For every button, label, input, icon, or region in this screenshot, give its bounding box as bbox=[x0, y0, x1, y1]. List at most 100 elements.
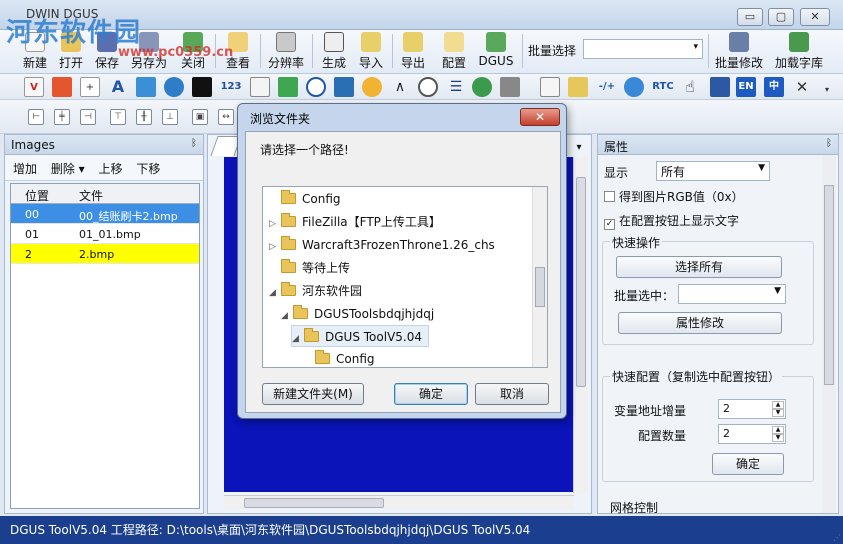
show-text-checkbox-row[interactable]: ✓ 在配置按钮上显示文字 bbox=[604, 212, 739, 230]
tools-icon[interactable]: ✕ bbox=[792, 77, 812, 97]
tree-node[interactable]: Config bbox=[269, 188, 341, 210]
batch-select-dropdown[interactable]: ▾ bbox=[583, 39, 703, 59]
icon-display-icon[interactable] bbox=[192, 77, 212, 97]
align-middle-icon[interactable]: ╫ bbox=[136, 109, 152, 125]
align-top-icon[interactable]: ⊤ bbox=[110, 109, 126, 125]
dialog-cancel-button[interactable]: 取消 bbox=[475, 383, 549, 405]
number-icon[interactable]: 123 bbox=[218, 77, 244, 97]
english-keyboard-icon[interactable]: EN bbox=[736, 77, 756, 97]
add-image-button[interactable]: 增加 bbox=[13, 162, 37, 176]
dialog-close-button[interactable]: ✕ bbox=[520, 108, 560, 126]
text-input-icon[interactable]: A bbox=[108, 77, 128, 97]
move-up-button[interactable]: 上移 bbox=[99, 162, 123, 176]
increment-icon[interactable]: + bbox=[80, 77, 100, 97]
toggle-icon[interactable] bbox=[472, 77, 492, 97]
batch-select-combo[interactable]: ▼ bbox=[678, 284, 786, 304]
column-header-position[interactable]: 位置 bbox=[25, 187, 49, 204]
config-count-stepper[interactable]: 2 ▲ ▼ bbox=[718, 424, 786, 444]
tree-scrollbar[interactable] bbox=[532, 187, 547, 367]
tree-expander-icon[interactable]: ◢ bbox=[269, 282, 281, 304]
tree-node[interactable]: 等待上传 bbox=[269, 257, 350, 279]
delete-image-button[interactable]: 删除 ▾ bbox=[51, 162, 85, 176]
table-row[interactable]: 01 01_01.bmp bbox=[11, 224, 199, 244]
tree-expander-icon[interactable]: ▷ bbox=[269, 213, 281, 235]
stepper-down-icon[interactable]: ▼ bbox=[772, 409, 784, 417]
checkmark-icon[interactable]: V bbox=[24, 77, 44, 97]
toolbar-overflow-icon[interactable]: ▾ bbox=[822, 80, 832, 94]
minimize-button[interactable]: ▭ bbox=[737, 8, 763, 26]
stepper-down-icon[interactable]: ▼ bbox=[772, 434, 784, 442]
new-folder-button[interactable]: 新建文件夹(M) bbox=[262, 383, 364, 405]
align-center-icon[interactable]: ╪ bbox=[54, 109, 70, 125]
list-icon[interactable]: ☰ bbox=[446, 77, 466, 97]
properties-scrollbar[interactable] bbox=[822, 155, 836, 513]
show-text-checkbox[interactable]: ✓ bbox=[604, 219, 615, 230]
config-button[interactable]: 配置 bbox=[438, 32, 470, 72]
document-icon[interactable] bbox=[250, 77, 270, 97]
move-down-button[interactable]: 下移 bbox=[136, 162, 160, 176]
horizontal-scrollbar[interactable] bbox=[224, 495, 574, 509]
canvas-tabs-dropdown-icon[interactable]: ▾ bbox=[569, 139, 589, 157]
close-window-button[interactable]: ✕ bbox=[800, 8, 830, 26]
tree-node[interactable]: ◢ DGUSToolsbdqjhjdqj bbox=[281, 303, 434, 325]
circle-icon[interactable] bbox=[418, 77, 438, 97]
scroll-thumb[interactable] bbox=[576, 177, 586, 387]
select-all-button[interactable]: 选择所有 bbox=[616, 256, 782, 278]
pencil-icon[interactable] bbox=[568, 77, 588, 97]
clock-icon[interactable] bbox=[306, 77, 326, 97]
dgus-button[interactable]: DGUS bbox=[476, 32, 516, 72]
gauge-icon[interactable] bbox=[362, 77, 382, 97]
table-row[interactable]: 2 2.bmp bbox=[11, 244, 199, 264]
arrow-icon[interactable] bbox=[278, 77, 298, 97]
same-size-icon[interactable]: ▣ bbox=[192, 109, 208, 125]
stepper-up-icon[interactable]: ▲ bbox=[772, 426, 784, 434]
rgb-checkbox[interactable] bbox=[604, 191, 615, 202]
stepper-up-icon[interactable]: ▲ bbox=[772, 401, 784, 409]
pin-icon[interactable]: ᛒ bbox=[826, 138, 832, 149]
tree-node-selected[interactable]: ◢ DGUS ToolV5.04 bbox=[291, 325, 429, 347]
display-select[interactable]: 所有 ▼ bbox=[656, 161, 770, 181]
tree-node[interactable]: ◢ 河东软件园 bbox=[269, 280, 362, 302]
same-width-icon[interactable]: ↔ bbox=[218, 109, 234, 125]
resolution-button[interactable]: 分辨率 bbox=[266, 32, 306, 72]
scroll-thumb[interactable] bbox=[535, 267, 545, 307]
keypad-icon[interactable] bbox=[710, 77, 730, 97]
modify-properties-button[interactable]: 属性修改 bbox=[618, 312, 782, 334]
plus-minus-icon[interactable]: -/+ bbox=[594, 77, 620, 97]
var-addr-inc-stepper[interactable]: 2 ▲ ▼ bbox=[718, 399, 786, 419]
column-header-file[interactable]: 文件 bbox=[79, 187, 103, 204]
load-font-button[interactable]: 加载字库 bbox=[772, 32, 826, 72]
image-icon[interactable] bbox=[136, 77, 156, 97]
import-button[interactable]: 导入 bbox=[355, 32, 387, 72]
monitor-icon[interactable] bbox=[334, 77, 354, 97]
scroll-thumb[interactable] bbox=[244, 498, 384, 508]
tree-node[interactable]: Config bbox=[303, 348, 375, 367]
chinese-keyboard-icon[interactable]: 中 bbox=[764, 77, 784, 97]
curve-icon[interactable]: ∧ bbox=[390, 77, 410, 97]
table-row[interactable]: 00 00_结账刷卡2.bmp bbox=[11, 204, 199, 224]
resize-grip-icon[interactable]: ⋰ bbox=[833, 533, 841, 542]
generate-button[interactable]: 生成 bbox=[318, 32, 350, 72]
rgb-checkbox-row[interactable]: 得到图片RGB值（0x） bbox=[604, 188, 744, 205]
tree-node[interactable]: ▷ FileZilla【FTP上传工具】 bbox=[269, 211, 441, 233]
rotate-icon[interactable] bbox=[164, 77, 184, 97]
pin-icon[interactable]: ᛒ bbox=[191, 138, 197, 149]
tree-expander-icon[interactable]: ▷ bbox=[269, 236, 281, 258]
vertical-scrollbar[interactable] bbox=[573, 157, 587, 493]
quick-config-confirm-button[interactable]: 确定 bbox=[712, 453, 784, 475]
align-left-icon[interactable]: ⊢ bbox=[28, 109, 44, 125]
swap-icon[interactable] bbox=[624, 77, 644, 97]
align-right-icon[interactable]: ⊣ bbox=[80, 109, 96, 125]
tree-node[interactable]: ▷ Warcraft3FrozenThrone1.26_chs bbox=[269, 234, 495, 256]
variable-icon[interactable] bbox=[52, 77, 72, 97]
restore-button[interactable]: ▢ bbox=[768, 8, 794, 26]
batch-modify-button[interactable]: 批量修改 bbox=[712, 32, 766, 72]
hand-pointer-icon[interactable]: ☝ bbox=[680, 77, 700, 97]
tree-expander-icon[interactable]: ◢ bbox=[292, 328, 304, 350]
edit-icon[interactable] bbox=[540, 77, 560, 97]
dialog-ok-button[interactable]: 确定 bbox=[394, 383, 468, 405]
rtc-icon[interactable]: RTC bbox=[650, 77, 676, 97]
scroll-thumb[interactable] bbox=[824, 185, 834, 385]
export-button[interactable]: 导出 bbox=[397, 32, 429, 72]
align-bottom-icon[interactable]: ⊥ bbox=[162, 109, 178, 125]
